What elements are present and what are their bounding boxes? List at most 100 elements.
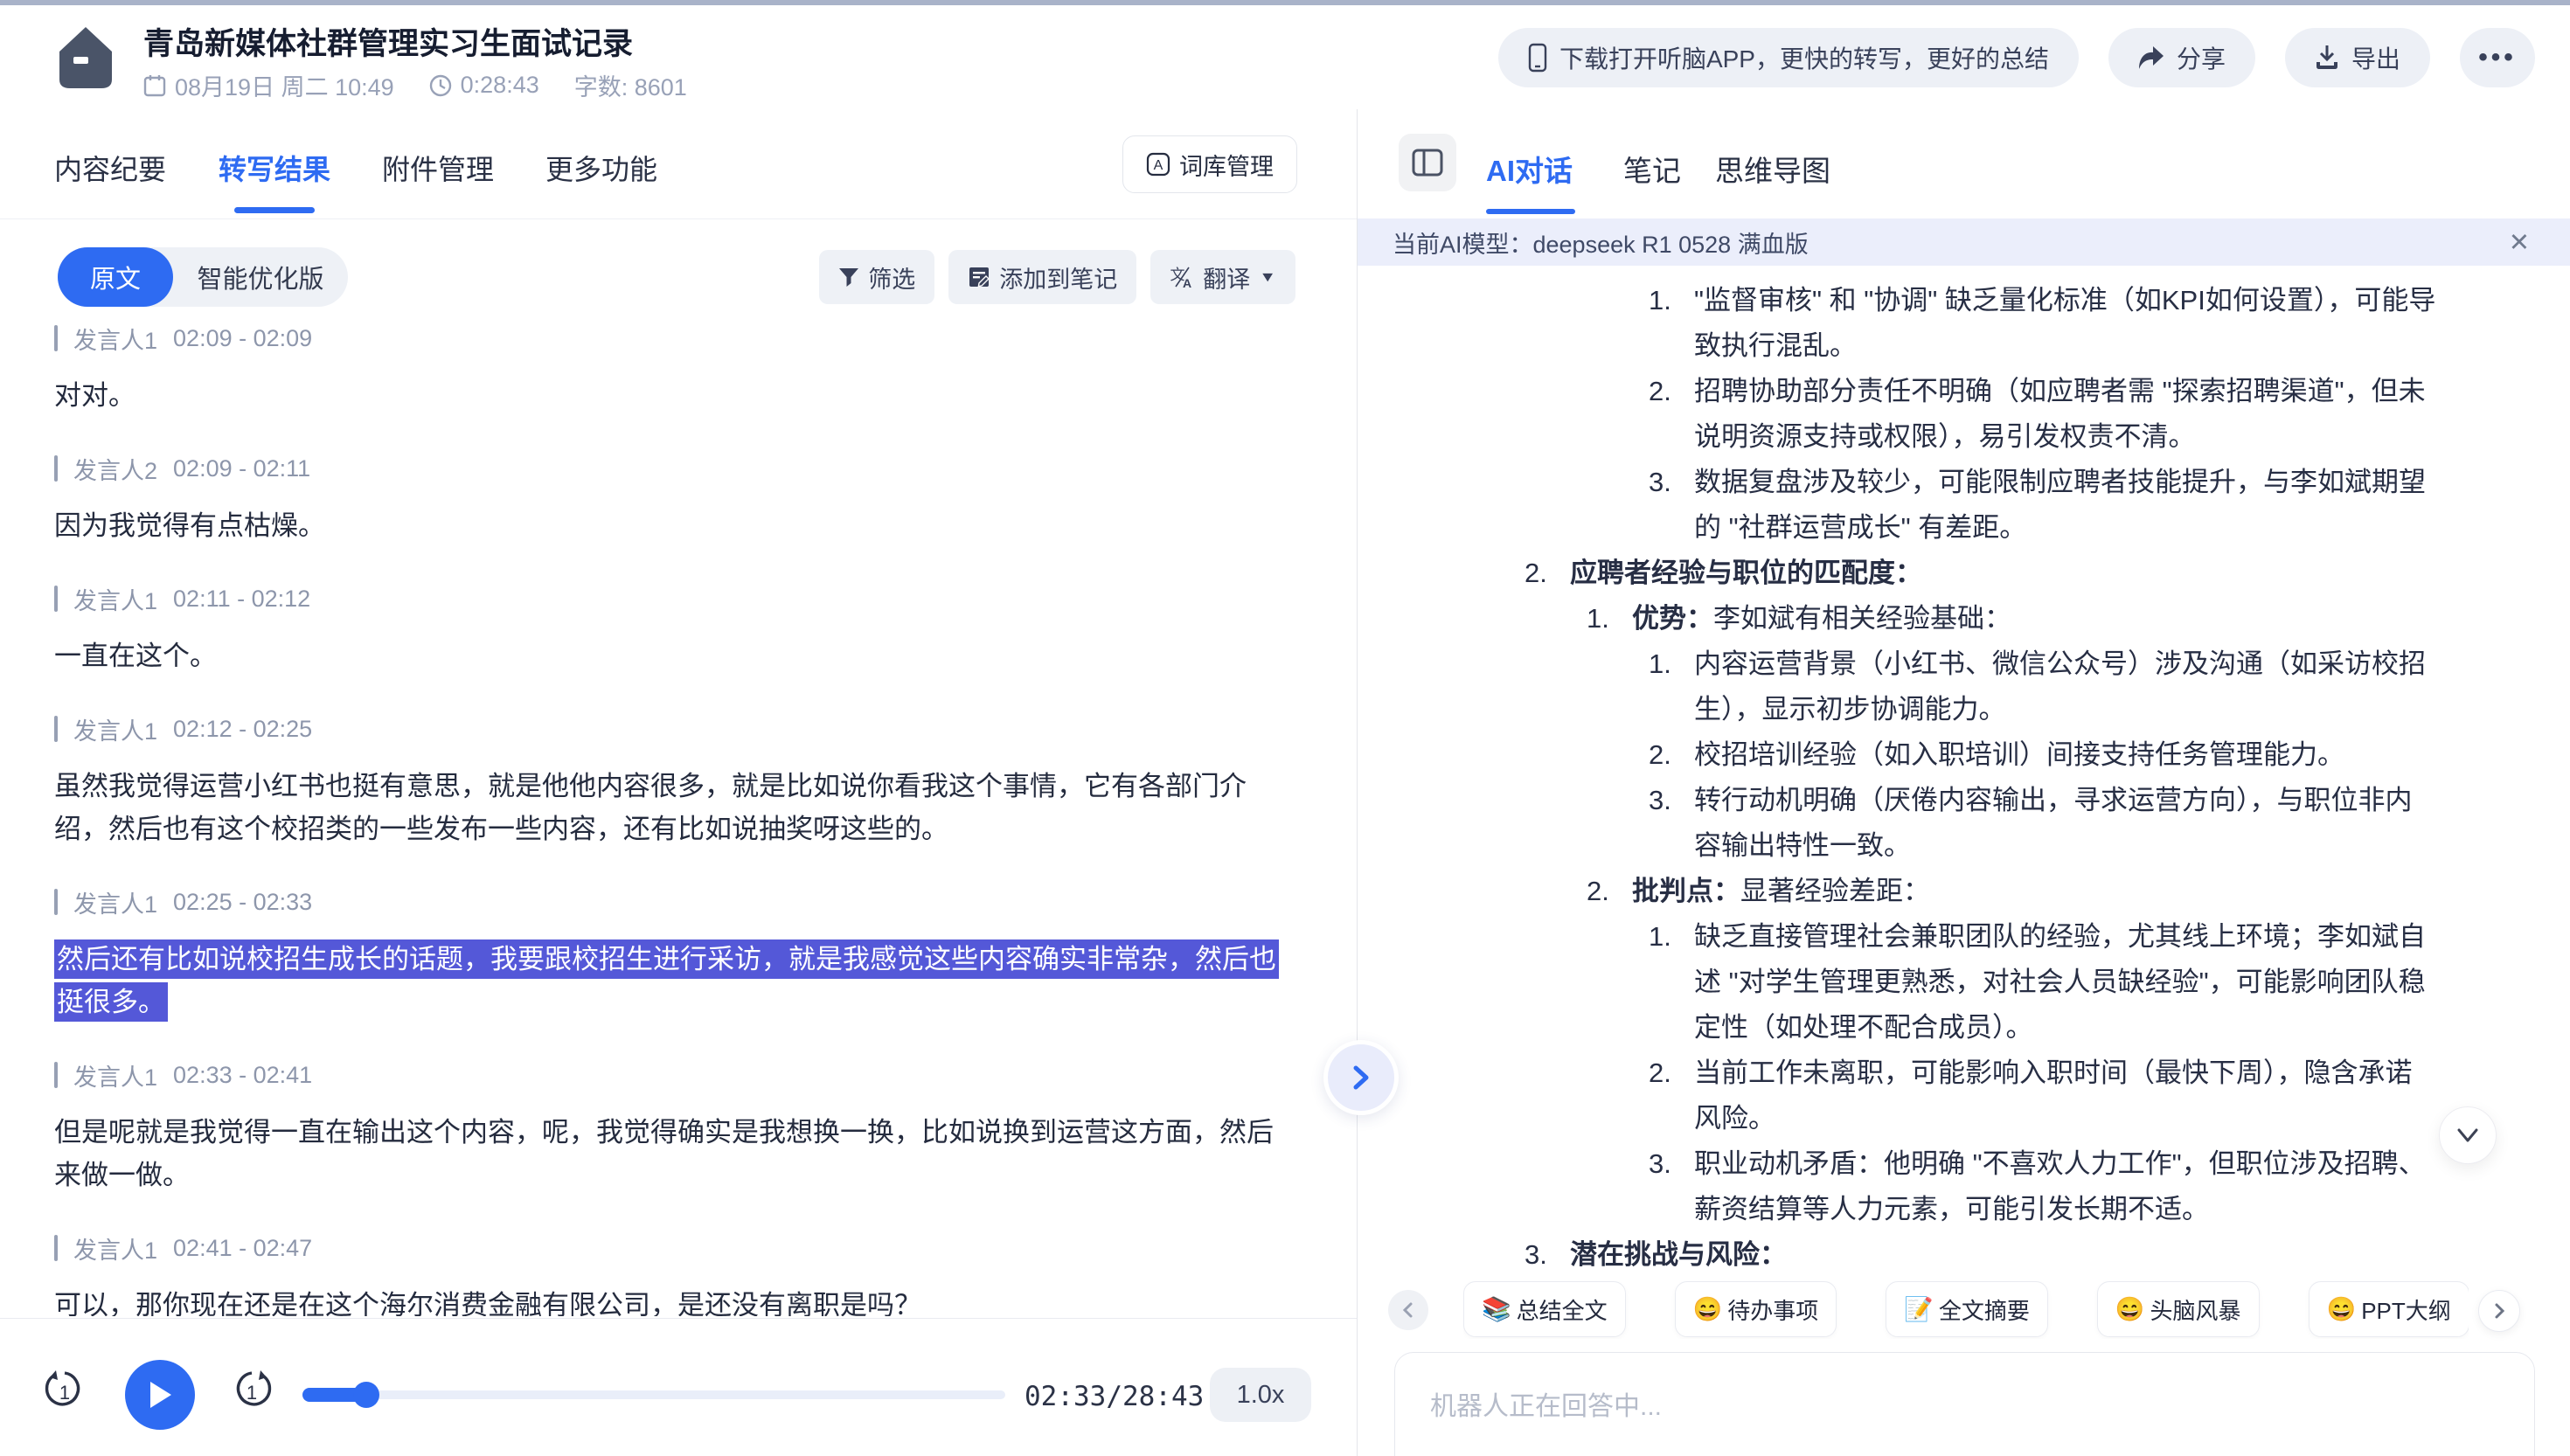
tab-notes[interactable]: 笔记 <box>1623 148 1681 190</box>
more-button[interactable]: ••• <box>2460 28 2535 87</box>
play-button[interactable] <box>125 1360 195 1430</box>
list-number: 2. <box>1649 1050 1671 1096</box>
note-edit-icon <box>968 266 990 288</box>
quick-action-chip[interactable]: 😄头脑风暴 <box>2097 1281 2260 1337</box>
quick-action-chip[interactable]: 😄PPT大纲 <box>2309 1281 2469 1337</box>
highlighted-text: 然后还有比如说校招生成长的话题，我要跟校招生进行采访，就是我感觉这些内容确实非常… <box>54 939 1279 1022</box>
transcript-action-buttons: 筛选 添加到笔记 文 A <box>819 250 1295 304</box>
duration-text: 0:28:43 <box>461 72 539 99</box>
view-original-pill[interactable]: 原文 <box>58 247 173 307</box>
ai-list-item: 3.职业动机矛盾：他明确 "不喜欢人力工作"，但职位涉及招聘、薪资结算等人力元素… <box>1358 1141 2437 1232</box>
add-to-note-button[interactable]: 添加到笔记 <box>948 250 1136 304</box>
translate-icon: 文 A <box>1170 265 1194 289</box>
filter-button[interactable]: 筛选 <box>819 250 934 304</box>
panel-toggle-button[interactable] <box>1399 134 1456 191</box>
svg-text:1: 1 <box>59 1382 70 1404</box>
app-window: 青岛新媒体社群管理实习生面试记录 08月19日 周二 10:49 0:28:43 <box>0 0 2570 1456</box>
chips-scroll-right-button[interactable] <box>2478 1290 2520 1332</box>
ai-list-item: 1.内容运营背景（小红书、微信公众号）涉及沟通（如采访校招生），显示初步协调能力… <box>1358 641 2437 732</box>
list-number: 2. <box>1649 369 1671 414</box>
home-icon[interactable] <box>54 24 117 93</box>
word-count: 字数: 8601 <box>574 68 687 102</box>
translate-button[interactable]: 文 A 翻译 ▼ <box>1150 250 1295 304</box>
forward-icon[interactable]: 1 <box>231 1369 273 1415</box>
speaker-time: 02:09 - 02:11 <box>173 455 310 482</box>
transcript-entry[interactable]: 发言人102:33 - 02:41但是呢就是我觉得一直在输出这个内容，呢，我觉得… <box>54 1062 1295 1196</box>
progress-handle[interactable] <box>353 1382 379 1408</box>
filter-label: 筛选 <box>868 260 915 295</box>
chip-label: 总结全文 <box>1517 1293 1608 1326</box>
svg-text:1: 1 <box>247 1382 257 1404</box>
header: 青岛新媒体社群管理实习生面试记录 08月19日 周二 10:49 0:28:43 <box>0 5 2570 110</box>
list-number: 3. <box>1649 460 1671 505</box>
export-label: 导出 <box>2351 40 2400 75</box>
ai-list-item: 3.转行动机明确（厌倦内容输出，寻求运营方向），与职位非内容输出特性一致。 <box>1358 778 2437 869</box>
time-display: 02:33/28:43 <box>1025 1381 1204 1412</box>
transcript-entry[interactable]: 发言人102:41 - 02:47可以，那你现在还是在这个海尔消费金融有限公司，… <box>54 1235 1295 1316</box>
quick-action-chip[interactable]: 📝全文摘要 <box>1886 1281 2048 1337</box>
tab-mindmap[interactable]: 思维导图 <box>1715 148 1830 190</box>
chip-label: 全文摘要 <box>1939 1293 2030 1326</box>
tab-content-summary[interactable]: 内容纪要 <box>54 148 166 188</box>
tab-more-features[interactable]: 更多功能 <box>545 148 657 188</box>
chat-input-placeholder: 机器人正在回答中... <box>1430 1384 1662 1423</box>
ai-list-item: 2.应聘者经验与职位的匹配度： <box>1358 551 2437 596</box>
progress-track[interactable] <box>302 1390 1005 1399</box>
chip-label: PPT大纲 <box>2361 1293 2451 1326</box>
ai-response-content[interactable]: 1."监督审核" 和 "协调" 缺乏量化标准（如KPI如何设置），可能导致执行混… <box>1358 278 2437 1276</box>
phone-icon <box>1528 43 1547 73</box>
right-tab-bar: AI对话 笔记 思维导图 <box>1358 109 2570 218</box>
speaker-row: 发言人102:33 - 02:41 <box>54 1062 1295 1088</box>
recording-meta: 08月19日 周二 10:49 0:28:43 字数: 8601 <box>143 68 687 102</box>
transcript-entry[interactable]: 发言人102:25 - 02:33然后还有比如说校招生成长的话题，我要跟校招生进… <box>54 889 1295 1023</box>
speaker-time: 02:11 - 02:12 <box>173 586 310 613</box>
list-number: 2. <box>1525 551 1547 596</box>
transcript-entry[interactable]: 发言人102:11 - 02:12一直在这个。 <box>54 586 1295 677</box>
speaker-name: 发言人1 <box>73 1058 157 1092</box>
speed-button[interactable]: 1.0x <box>1210 1368 1311 1422</box>
download-app-banner[interactable]: 下载打开听脑APP，更快的转写，更好的总结 <box>1498 28 2079 87</box>
download-app-label: 下载打开听脑APP，更快的转写，更好的总结 <box>1559 40 2049 75</box>
vocab-manage-button[interactable]: A 词库管理 <box>1122 135 1297 193</box>
quick-action-chip[interactable]: 📚总结全文 <box>1463 1281 1626 1337</box>
chips-scroll-left-button[interactable] <box>1388 1290 1428 1330</box>
transcript-list[interactable]: 发言人1 02:09 - 02:09 对对。发言人202:09 - 02:11因为我… <box>54 325 1295 1316</box>
view-optimized-pill[interactable]: 智能优化版 <box>173 259 348 295</box>
list-number: 2. <box>1649 732 1671 778</box>
speaker-row: 发言人102:12 - 02:25 <box>54 716 1295 742</box>
clock-icon <box>429 74 452 97</box>
add-to-note-label: 添加到笔记 <box>999 260 1117 295</box>
transcript-text: 对对。 <box>54 374 1295 417</box>
chip-emoji-icon: 😄 <box>2327 1295 2357 1323</box>
speaker-time: 02:09 - 02:09 <box>173 325 312 352</box>
vocab-icon: A <box>1146 152 1170 177</box>
svg-text:A: A <box>1154 158 1163 173</box>
chat-input[interactable]: 机器人正在回答中... <box>1394 1352 2535 1456</box>
page-title: 青岛新媒体社群管理实习生面试记录 <box>143 19 633 64</box>
speaker-time: 02:41 - 02:47 <box>173 1235 312 1262</box>
transcript-text: 虽然我觉得运营小红书也挺有意思，就是他他内容很多，就是比如说你看我这个事情，它有… <box>54 765 1295 850</box>
transcript-entry[interactable]: 发言人102:09 - 02:09对对。 <box>54 325 1295 417</box>
ai-model-bar: 当前AI模型：deepseek R1 0528 满血版 ✕ <box>1358 218 2570 266</box>
quick-action-chip[interactable]: 😄待办事项 <box>1675 1281 1837 1337</box>
export-button[interactable]: 导出 <box>2285 28 2430 87</box>
tab-attachments[interactable]: 附件管理 <box>382 148 494 188</box>
speaker-name: 发言人1 <box>73 582 157 616</box>
tab-ai-chat[interactable]: AI对话 <box>1486 148 1573 190</box>
tab-transcription[interactable]: 转写结果 <box>219 148 330 188</box>
rewind-icon[interactable]: 1 <box>44 1369 86 1415</box>
chip-emoji-icon: 📚 <box>1482 1295 1511 1323</box>
transcript-entry[interactable]: 发言人102:12 - 02:25 虽然我觉得运营小红书也挺有意思，就是他他内容很… <box>54 716 1295 850</box>
audio-player: 1 1 02:33/28:43 1.0x <box>0 1318 1357 1456</box>
scroll-down-button[interactable] <box>2439 1106 2497 1164</box>
share-button[interactable]: 分享 <box>2108 28 2255 87</box>
list-number: 3. <box>1649 1141 1671 1187</box>
close-icon[interactable]: ✕ <box>2509 227 2530 258</box>
active-tab-underline-right <box>1486 209 1575 214</box>
vocab-label: 词库管理 <box>1179 148 1274 182</box>
chip-label: 头脑风暴 <box>2150 1293 2241 1326</box>
transcript-entry[interactable]: 发言人202:09 - 02:11因为我觉得有点枯燥。 <box>54 455 1295 547</box>
share-label: 分享 <box>2177 40 2226 75</box>
chip-emoji-icon: 📝 <box>1904 1295 1934 1323</box>
transcript-controls: 原文 智能优化版 筛选 添加到笔记 <box>0 247 1357 310</box>
